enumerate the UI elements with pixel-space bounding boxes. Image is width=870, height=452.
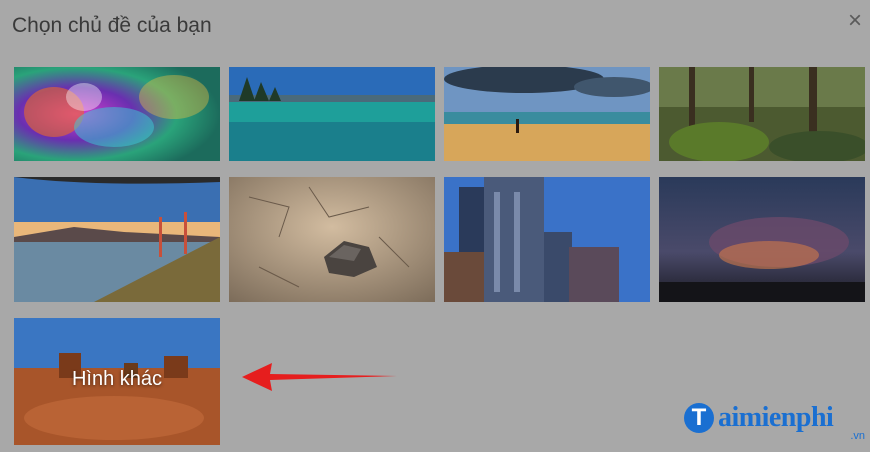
theme-grid: Hình khác — [14, 67, 865, 447]
theme-thumb-forest[interactable] — [659, 67, 865, 161]
dialog-title: Chọn chủ đề của bạn — [12, 14, 212, 37]
more-themes-label: Hình khác — [71, 368, 163, 390]
theme-thumb-golden-gate[interactable] — [14, 177, 220, 302]
watermark-logo: T aimienphi .vn — [682, 400, 867, 442]
watermark-name: aimienphi — [718, 402, 834, 433]
theme-thumb-city[interactable] — [444, 177, 650, 302]
theme-thumb-lake[interactable] — [229, 67, 435, 161]
pointer-arrow-icon — [242, 363, 397, 391]
watermark-tld: .vn — [850, 430, 865, 442]
logo-t-icon: T — [684, 403, 714, 433]
close-icon[interactable]: × — [844, 9, 866, 33]
theme-thumb-beach[interactable] — [444, 67, 650, 161]
theme-dialog: Chọn chủ đề của bạn × Hình khác T aimien… — [0, 0, 870, 452]
theme-thumb-desert-rock[interactable] — [229, 177, 435, 302]
theme-thumb-abstract[interactable] — [14, 67, 220, 161]
more-themes-button[interactable]: Hình khác — [14, 318, 220, 445]
theme-thumb-storm[interactable] — [659, 177, 865, 302]
